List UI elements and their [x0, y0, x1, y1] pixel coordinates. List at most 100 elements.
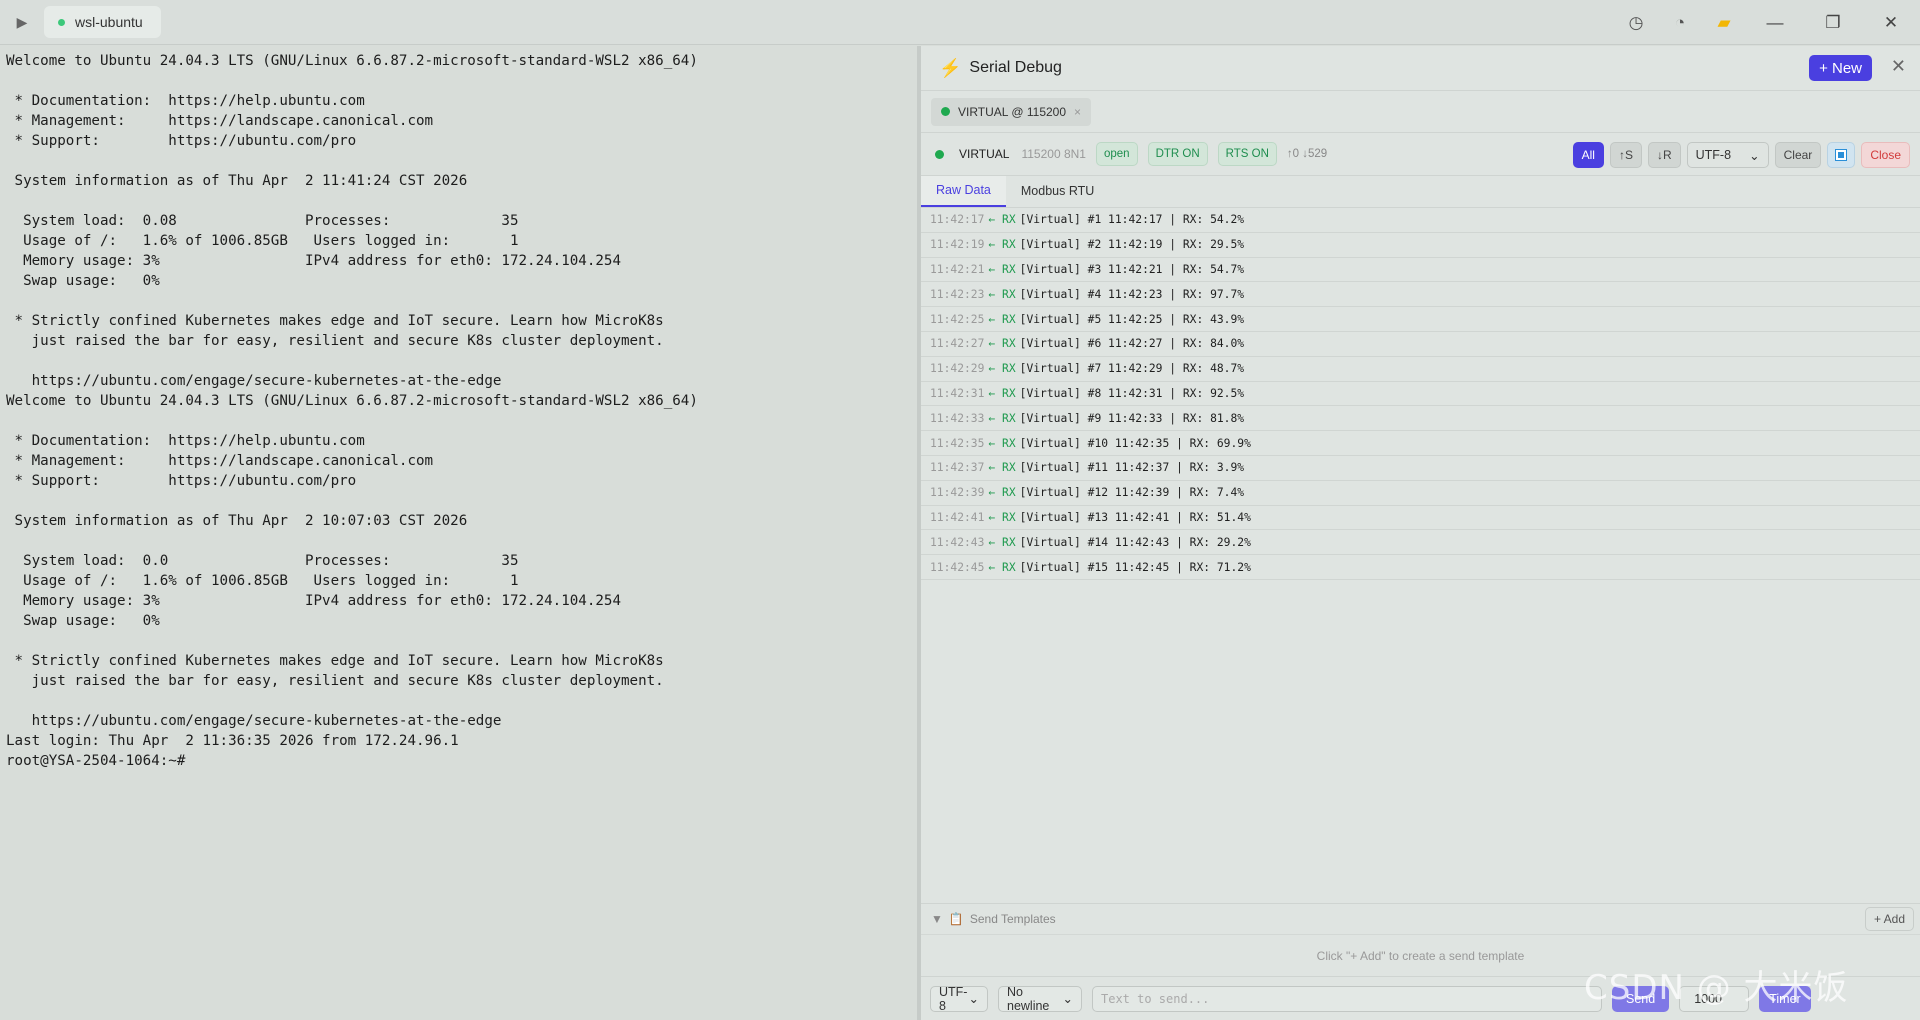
send-templates-label: Send Templates	[969, 912, 1056, 926]
encoding-select[interactable]: UTF-8 ⌄	[1686, 142, 1769, 168]
templates-empty-hint: Click "+ Add" to create a send template	[921, 934, 1920, 976]
terminal-line: * Support: https://ubuntu.com/pro	[6, 473, 357, 489]
log-row[interactable]: 11:42:35 ← RX [Virtual] #10 11:42:35 | RX:…	[921, 431, 1920, 456]
square-icon	[1835, 149, 1848, 161]
dtr-toggle[interactable]: DTR ON	[1147, 142, 1208, 166]
log-list[interactable]: 11:42:17 ← RX [Virtual] #1 11:42:17 | RX: …	[921, 208, 1920, 580]
log-timestamp: 11:42:35	[930, 436, 985, 450]
log-row[interactable]: 11:42:27 ← RX [Virtual] #6 11:42:27 | RX: …	[921, 332, 1920, 357]
clock-icon[interactable]: ◔	[1658, 0, 1702, 45]
log-message: [Virtual] #7 11:42:29 | RX: 48.7%	[1019, 362, 1245, 376]
rts-toggle[interactable]: RTS ON	[1217, 142, 1277, 166]
add-template-button[interactable]: + Add	[1864, 907, 1914, 931]
chevron-down-icon: ⌄	[968, 992, 979, 1006]
log-direction: ← RX	[988, 386, 1016, 400]
log-row[interactable]: 11:42:41 ← RX [Virtual] #13 11:42:41 | RX:…	[921, 506, 1920, 531]
send-input[interactable]: Text to send...	[1092, 985, 1602, 1012]
log-row[interactable]: 11:42:33 ← RX [Virtual] #9 11:42:33 | RX: …	[921, 406, 1920, 432]
connected-dot-icon	[941, 107, 950, 116]
log-direction: ← RX	[988, 510, 1016, 524]
log-direction: ← RX	[988, 486, 1016, 500]
connection-tab-close-icon[interactable]: ×	[1074, 105, 1081, 119]
log-row[interactable]: 11:42:39 ← RX [Virtual] #12 11:42:39 | RX:…	[921, 481, 1920, 506]
log-timestamp: 11:42:21	[930, 262, 985, 276]
terminal-line: System load: 0.08 Processes: 35	[6, 213, 519, 229]
terminal-line: System information as of Thu Apr 2 11:41…	[6, 173, 468, 189]
log-row[interactable]: 11:42:45 ← RX [Virtual] #15 11:42:45 | RX:…	[921, 555, 1920, 580]
folder-icon[interactable]: ▰	[1702, 0, 1746, 45]
log-row[interactable]: 11:42:25 ← RX [Virtual] #5 11:42:25 | RX: …	[921, 307, 1920, 332]
terminal-line: Welcome to Ubuntu 24.04.3 LTS (GNU/Linux…	[6, 53, 698, 69]
log-message: [Virtual] #9 11:42:33 | RX: 81.8%	[1019, 411, 1245, 425]
log-row[interactable]: 11:42:23 ← RX [Virtual] #4 11:42:23 | RX: …	[921, 282, 1920, 308]
log-message: [Virtual] #14 11:42:43 | RX: 29.2%	[1019, 535, 1251, 549]
new-connection-button[interactable]: + New	[1809, 55, 1872, 81]
log-message: [Virtual] #12 11:42:39 | RX: 7.4%	[1019, 486, 1245, 500]
close-panel-icon[interactable]: ✕	[1891, 56, 1906, 77]
terminal-output[interactable]: Welcome to Ubuntu 24.04.3 LTS (GNU/Linux…	[0, 46, 917, 1020]
log-direction: ← RX	[988, 213, 1016, 227]
clear-button[interactable]: Clear	[1774, 142, 1822, 168]
log-message: [Virtual] #5 11:42:25 | RX: 43.9%	[1019, 312, 1245, 326]
terminal-line: just raised the bar for easy, resilient …	[6, 333, 664, 349]
minimize-icon[interactable]: —	[1746, 0, 1804, 45]
terminal-line: * Strictly confined Kubernetes makes edg…	[6, 653, 664, 669]
terminal-tab[interactable]: wsl-ubuntu	[44, 6, 161, 38]
terminal-line: Memory usage: 3% IPv4 address for eth0: …	[6, 593, 621, 609]
terminal-line: * Strictly confined Kubernetes makes edg…	[6, 313, 664, 329]
filter-all-button[interactable]: All	[1572, 142, 1604, 168]
serial-header: ⚡ Serial Debug + New ✕	[921, 46, 1920, 91]
terminal-line: https://ubuntu.com/engage/secure-kuberne…	[6, 373, 502, 389]
log-timestamp: 11:42:31	[930, 386, 985, 400]
terminal-line: * Management: https://landscape.canonica…	[6, 453, 434, 469]
encoding-select-value: UTF-8	[1695, 148, 1732, 162]
log-row[interactable]: 11:42:43 ← RX [Virtual] #14 11:42:43 | RX:…	[921, 530, 1920, 556]
log-message: [Virtual] #1 11:42:17 | RX: 54.2%	[1019, 213, 1245, 227]
filter-send-button[interactable]: ↑S	[1609, 142, 1642, 168]
close-port-button[interactable]: Close	[1861, 142, 1910, 168]
log-message: [Virtual] #4 11:42:23 | RX: 97.7%	[1019, 287, 1245, 301]
send-encoding-select[interactable]: UTF-8 ⌄	[930, 985, 988, 1013]
port-name: VIRTUAL	[959, 147, 1010, 161]
terminal-line: System load: 0.0 Processes: 35	[6, 553, 519, 569]
send-button[interactable]: Send	[1612, 985, 1670, 1012]
log-row[interactable]: 11:42:37 ← RX [Virtual] #11 11:42:37 | RX:…	[921, 456, 1920, 481]
newline-select[interactable]: No newline ⌄	[998, 985, 1082, 1013]
send-templates-bar[interactable]: ▼ 📋 Send Templates + Add	[921, 903, 1920, 934]
play-icon[interactable]: ▶	[0, 0, 44, 45]
tab-modbus-rtu[interactable]: Modbus RTU	[1006, 175, 1109, 207]
filter-recv-button[interactable]: ↓R	[1647, 142, 1681, 168]
log-timestamp: 11:42:41	[930, 510, 985, 524]
log-direction: ← RX	[988, 560, 1016, 574]
log-row[interactable]: 11:42:17 ← RX [Virtual] #1 11:42:17 | RX: …	[921, 208, 1920, 233]
terminal-line: System information as of Thu Apr 2 10:07…	[6, 513, 468, 529]
hex-toggle-button[interactable]	[1827, 142, 1856, 168]
log-row[interactable]: 11:42:19 ← RX [Virtual] #2 11:42:19 | RX: …	[921, 233, 1920, 258]
terminal-line: Swap usage: 0%	[6, 273, 160, 289]
clipboard-icon: 📋	[948, 912, 964, 926]
terminal-line: https://ubuntu.com/engage/secure-kuberne…	[6, 713, 502, 729]
tab-raw-data[interactable]: Raw Data	[921, 175, 1006, 207]
terminal-line: Swap usage: 0%	[6, 613, 160, 629]
close-icon[interactable]: ✕	[1862, 0, 1920, 45]
maximize-icon[interactable]: ❐	[1804, 0, 1862, 45]
log-message: [Virtual] #13 11:42:41 | RX: 51.4%	[1019, 510, 1251, 524]
history-icon[interactable]: ◷	[1614, 0, 1658, 45]
connection-tab[interactable]: VIRTUAL @ 115200 ×	[931, 97, 1092, 126]
timer-button[interactable]: Timer	[1759, 985, 1811, 1012]
timer-interval-input[interactable]: 1000	[1679, 985, 1750, 1012]
log-message: [Virtual] #10 11:42:35 | RX: 69.9%	[1019, 436, 1251, 450]
send-row: UTF-8 ⌄ No newline ⌄ Text to send... Sen…	[921, 976, 1920, 1020]
log-row[interactable]: 11:42:31 ← RX [Virtual] #8 11:42:31 | RX: …	[921, 382, 1920, 407]
serial-debug-panel: ⚡ Serial Debug + New ✕ VIRTUAL @ 115200 …	[921, 46, 1920, 1020]
log-row[interactable]: 11:42:29 ← RX [Virtual] #7 11:42:29 | RX: …	[921, 357, 1920, 382]
log-row[interactable]: 11:42:21 ← RX [Virtual] #3 11:42:21 | RX: …	[921, 258, 1920, 283]
log-timestamp: 11:42:43	[930, 535, 985, 549]
